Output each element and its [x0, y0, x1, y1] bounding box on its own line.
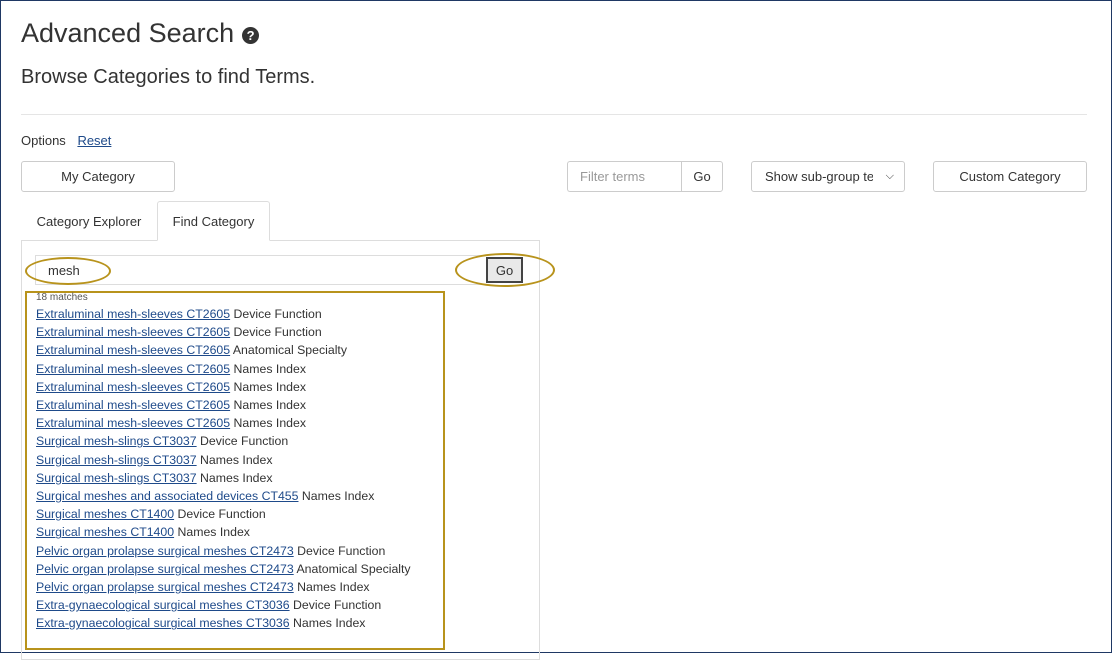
- result-item: Pelvic organ prolapse surgical meshes CT…: [36, 542, 411, 560]
- result-item: Extraluminal mesh-sleeves CT2605 Names I…: [36, 414, 411, 432]
- category-search-input[interactable]: mesh: [35, 255, 485, 285]
- matches-count: 18 matches: [36, 292, 88, 303]
- result-type: Device Function: [233, 307, 322, 321]
- result-link[interactable]: Extraluminal mesh-sleeves CT2605: [36, 343, 230, 357]
- result-item: Surgical meshes and associated devices C…: [36, 487, 411, 505]
- result-type: Anatomical Specialty: [232, 343, 348, 358]
- results-list: Extraluminal mesh-sleeves CT2605 Device …: [36, 305, 411, 633]
- result-type: Names Index: [293, 616, 366, 631]
- result-link[interactable]: Surgical mesh-slings CT3037: [36, 453, 197, 467]
- result-item: Extraluminal mesh-sleeves CT2605 Names I…: [36, 360, 411, 378]
- reset-link[interactable]: Reset: [77, 133, 111, 148]
- result-link[interactable]: Extraluminal mesh-sleeves CT2605: [36, 416, 230, 430]
- result-item: Extraluminal mesh-sleeves CT2605 Names I…: [36, 378, 411, 396]
- result-type: Device Function: [293, 598, 382, 613]
- custom-category-button[interactable]: Custom Category: [933, 161, 1087, 192]
- result-type: Names Index: [177, 525, 250, 540]
- chevron-down-icon: ⌵: [885, 170, 894, 182]
- result-link[interactable]: Extraluminal mesh-sleeves CT2605: [36, 362, 230, 376]
- result-link[interactable]: Surgical meshes and associated devices C…: [36, 489, 298, 503]
- divider: [21, 114, 1087, 115]
- result-link[interactable]: Extraluminal mesh-sleeves CT2605: [36, 398, 230, 412]
- result-link[interactable]: Extraluminal mesh-sleeves CT2605: [36, 380, 230, 394]
- page-subtitle: Browse Categories to find Terms.: [21, 66, 316, 88]
- result-type: Device Function: [200, 434, 289, 449]
- result-item: Extraluminal mesh-sleeves CT2605 Device …: [36, 323, 411, 341]
- result-link[interactable]: Extraluminal mesh-sleeves CT2605: [36, 307, 230, 321]
- result-link[interactable]: Surgical meshes CT1400: [36, 507, 174, 521]
- result-type: Names Index: [301, 489, 375, 504]
- result-link[interactable]: Pelvic organ prolapse surgical meshes CT…: [36, 580, 294, 594]
- options-row: Options Reset: [21, 133, 111, 148]
- result-item: Extraluminal mesh-sleeves CT2605 Names I…: [36, 396, 411, 414]
- result-item: Pelvic organ prolapse surgical meshes CT…: [36, 560, 411, 578]
- result-type: Device Function: [177, 507, 266, 522]
- result-link[interactable]: Extraluminal mesh-sleeves CT2605: [36, 325, 230, 339]
- options-link[interactable]: Options: [21, 133, 66, 148]
- result-link[interactable]: Extra-gynaecological surgical meshes CT3…: [36, 598, 290, 612]
- result-item: Surgical meshes CT1400 Device Function: [36, 505, 411, 523]
- question-circle-icon[interactable]: ?: [242, 27, 260, 44]
- subgroup-select[interactable]: Show sub-group terms ⌵: [751, 161, 905, 192]
- result-type: Anatomical Specialty: [296, 561, 411, 576]
- page-title-text: Advanced Search: [21, 18, 235, 48]
- tab-find-category[interactable]: Find Category: [157, 201, 270, 241]
- filter-terms-input[interactable]: Filter terms: [567, 161, 682, 192]
- result-type: Device Function: [233, 325, 322, 340]
- category-search-go-button[interactable]: Go: [486, 257, 523, 283]
- result-item: Extra-gynaecological surgical meshes CT3…: [36, 614, 411, 632]
- result-link[interactable]: Pelvic organ prolapse surgical meshes CT…: [36, 562, 294, 576]
- result-link[interactable]: Surgical mesh-slings CT3037: [36, 434, 197, 448]
- result-item: Surgical mesh-slings CT3037 Device Funct…: [36, 432, 411, 450]
- result-item: Pelvic organ prolapse surgical meshes CT…: [36, 578, 411, 596]
- result-link[interactable]: Pelvic organ prolapse surgical meshes CT…: [36, 544, 294, 558]
- result-item: Surgical mesh-slings CT3037 Names Index: [36, 469, 411, 487]
- result-item: Extra-gynaecological surgical meshes CT3…: [36, 596, 411, 614]
- result-type: Names Index: [233, 416, 306, 431]
- result-link[interactable]: Extra-gynaecological surgical meshes CT3…: [36, 616, 290, 630]
- result-item: Surgical mesh-slings CT3037 Names Index: [36, 451, 411, 469]
- result-type: Names Index: [200, 452, 273, 467]
- result-item: Extraluminal mesh-sleeves CT2605 Anatomi…: [36, 341, 411, 359]
- page-title: Advanced Search ?: [21, 18, 260, 49]
- subgroup-select-value: Show sub-group terms: [765, 169, 873, 184]
- result-item: Surgical meshes CT1400 Names Index: [36, 523, 411, 541]
- result-type: Device Function: [297, 543, 386, 558]
- result-type: Names Index: [200, 470, 273, 485]
- result-type: Names Index: [297, 580, 370, 595]
- filter-go-button[interactable]: Go: [681, 161, 723, 192]
- result-type: Names Index: [233, 361, 306, 376]
- result-type: Names Index: [233, 398, 306, 413]
- tab-category-explorer[interactable]: Category Explorer: [21, 201, 157, 241]
- result-link[interactable]: Surgical mesh-slings CT3037: [36, 471, 197, 485]
- result-type: Names Index: [233, 379, 306, 394]
- my-category-button[interactable]: My Category: [21, 161, 175, 192]
- result-item: Extraluminal mesh-sleeves CT2605 Device …: [36, 305, 411, 323]
- result-link[interactable]: Surgical meshes CT1400: [36, 525, 174, 539]
